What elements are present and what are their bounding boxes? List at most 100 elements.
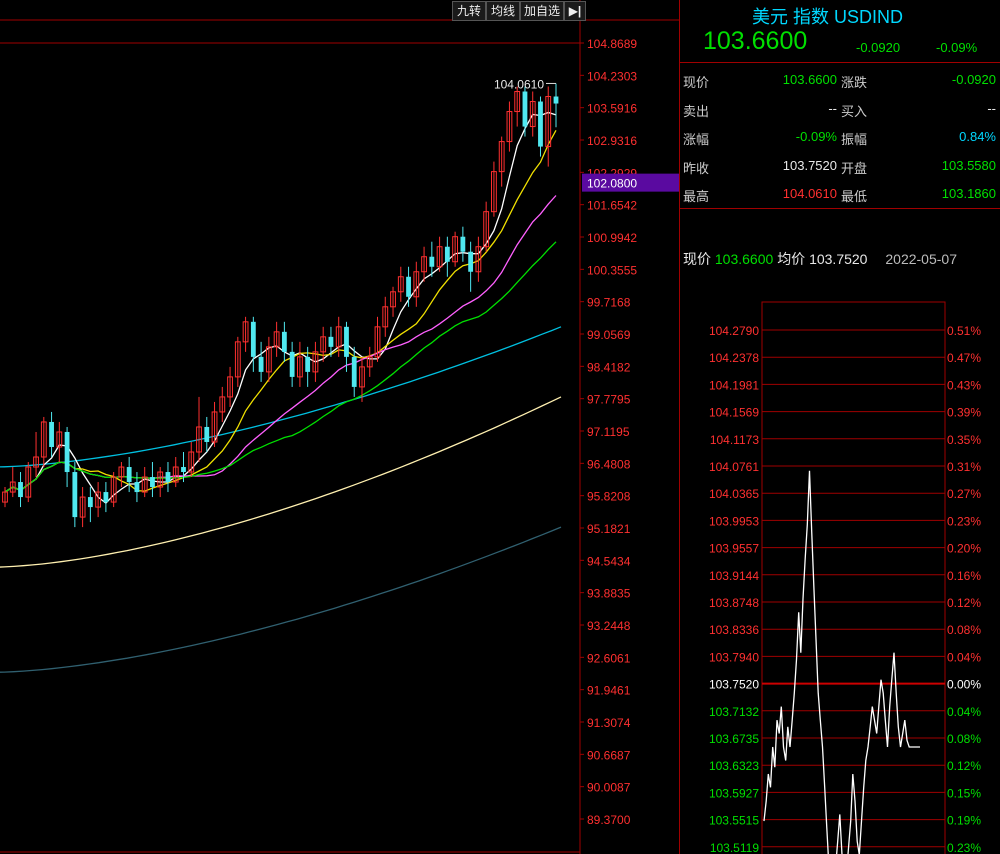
- current-price-label: 102.0800: [587, 177, 637, 191]
- intraday-pct-label: 0.12%: [947, 759, 981, 773]
- quote-value: 103.7520: [782, 157, 837, 173]
- candle-body: [134, 482, 140, 493]
- candle-body: [553, 96, 559, 104]
- quote-value: 0.84%: [959, 129, 996, 144]
- y-tick-label: 91.9461: [587, 684, 631, 698]
- candle-body: [305, 356, 311, 372]
- ma5-line: [4, 111, 557, 504]
- quote-label: 昨收: [683, 160, 710, 176]
- ma120-line: [0, 396, 562, 568]
- header-divider: [680, 62, 1000, 63]
- y-tick-label: 102.9316: [587, 134, 637, 148]
- quote-label: 卖出: [683, 103, 710, 119]
- quote-divider: [680, 208, 1000, 209]
- candle-body: [103, 492, 109, 503]
- candle-body: [250, 321, 256, 357]
- y-tick-label: 103.5916: [587, 102, 637, 116]
- candle-body: [258, 356, 264, 372]
- quote-value: 103.6600: [782, 72, 837, 87]
- intraday-y-label: 104.0761: [709, 460, 759, 474]
- candle-body: [406, 276, 411, 297]
- quote-value: 104.0610: [782, 186, 837, 201]
- quote-label: 买入: [841, 103, 868, 119]
- intraday-pct-label: 0.27%: [947, 487, 981, 501]
- intraday-y-label: 103.9953: [709, 514, 759, 528]
- intraday-pct-label: 0.35%: [947, 433, 981, 447]
- intraday-pct-label: 0.04%: [947, 650, 981, 664]
- candle-body: [150, 477, 155, 488]
- ma30-line: [4, 241, 557, 493]
- intraday-now-label: 现价: [683, 251, 711, 267]
- candle-body: [538, 101, 543, 147]
- y-tick-label: 92.6061: [587, 651, 631, 665]
- candle-body: [522, 91, 528, 127]
- intraday-avg-label: 均价: [777, 251, 806, 267]
- intraday-pct-label: 0.23%: [947, 841, 981, 854]
- quote-label: 现价: [683, 75, 710, 90]
- y-tick-label: 93.2448: [587, 619, 631, 633]
- moving-average-button[interactable]: 均线: [486, 1, 520, 21]
- add-watchlist-button[interactable]: 加自选: [520, 1, 564, 21]
- quote-label: 开盘: [841, 160, 868, 176]
- y-tick-label: 99.7168: [587, 296, 631, 310]
- candle-body: [429, 256, 435, 267]
- quote-value: -0.09%: [795, 129, 837, 144]
- intraday-y-label: 104.1173: [710, 433, 759, 447]
- ma60-line: [0, 326, 562, 468]
- intraday-pct-label: 0.08%: [947, 732, 981, 746]
- intraday-pct-label: 0.23%: [947, 514, 981, 528]
- intraday-y-label: 104.1981: [709, 378, 759, 392]
- y-tick-label: 94.5434: [587, 554, 631, 568]
- intraday-pct-label: 0.12%: [947, 596, 981, 610]
- y-tick-label: 90.6687: [587, 748, 631, 762]
- intraday-pct-label: 0.31%: [947, 460, 981, 474]
- candle-body: [281, 331, 287, 352]
- intraday-price-line: [763, 470, 920, 854]
- intraday-y-label: 103.8336: [709, 623, 759, 637]
- quote-label: 最低: [841, 189, 868, 204]
- header-change: -0.0920: [856, 40, 901, 55]
- candle-body: [18, 482, 23, 498]
- candle-body: [289, 351, 295, 377]
- intraday-y-label: 103.7940: [709, 650, 759, 664]
- nine-turn-button[interactable]: 九转: [452, 1, 486, 21]
- candle-body: [181, 467, 186, 473]
- intraday-y-label: 103.8748: [709, 596, 759, 610]
- candle-body: [444, 246, 450, 262]
- header-price: 103.6600: [703, 27, 808, 55]
- y-tick-label: 90.0087: [587, 781, 631, 795]
- intraday-y-label: 103.5119: [710, 841, 759, 854]
- intraday-y-label: 103.9144: [709, 569, 759, 583]
- y-tick-label: 99.0569: [587, 328, 631, 342]
- intraday-pct-label: 0.00%: [947, 678, 981, 692]
- intraday-y-label: 103.5927: [709, 786, 759, 800]
- candle-body: [344, 326, 349, 357]
- intraday-chart[interactable]: 104.2790 0.51% 104.2378 0.47% 104.1981 0.43% 1…: [680, 300, 1000, 854]
- candle-body: [468, 251, 474, 272]
- quote-value: -0.0920: [951, 72, 996, 87]
- y-tick-label: 104.8689: [587, 37, 637, 51]
- candle-body: [49, 421, 54, 447]
- intraday-y-label: 104.2790: [709, 324, 759, 338]
- kline-chart[interactable]: 104.8689104.2303103.5916102.9316102.2929…: [0, 0, 680, 854]
- y-tick-label: 101.6542: [587, 199, 637, 213]
- y-tick-label: 104.2303: [587, 69, 637, 83]
- y-tick-label: 97.1195: [587, 425, 630, 439]
- quote-label: 涨幅: [683, 132, 710, 147]
- candle-body: [204, 426, 210, 442]
- y-tick-label: 95.8208: [587, 490, 631, 504]
- y-tick-label: 96.4808: [587, 457, 631, 471]
- quote-value: --: [828, 100, 837, 116]
- intraday-pct-label: 0.39%: [947, 406, 981, 420]
- ma10-line: [4, 129, 557, 493]
- y-tick-label: 98.4182: [587, 360, 631, 374]
- instrument-title: 美元 指数 USDIND: [752, 7, 904, 27]
- intraday-pct-label: 0.20%: [947, 542, 981, 556]
- intraday-now-value: 103.6600: [714, 251, 774, 267]
- intraday-y-label: 103.9557: [709, 542, 759, 556]
- quote-label: 振幅: [841, 132, 868, 147]
- candle-body: [72, 472, 78, 518]
- intraday-pct-label: 0.19%: [947, 814, 981, 828]
- intraday-header: 现价 103.6600 均价 103.7520 2022-05-07: [683, 249, 957, 269]
- expand-panel-icon[interactable]: ▶|: [564, 1, 586, 21]
